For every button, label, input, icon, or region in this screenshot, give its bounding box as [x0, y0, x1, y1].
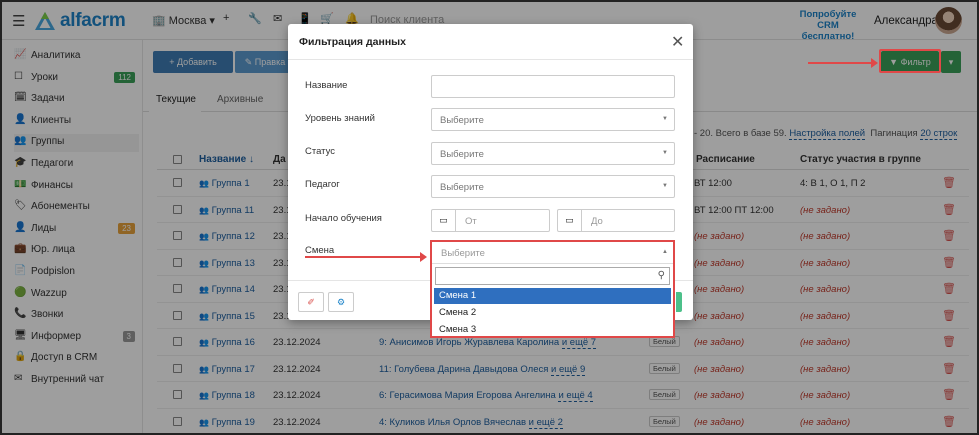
modal-title: Фильтрация данных	[299, 36, 406, 48]
calendar-icon[interactable]: ▭	[558, 210, 582, 231]
shift-select[interactable]: Выберите ▲	[432, 242, 673, 264]
status-select[interactable]: Выберите ▼	[431, 142, 675, 165]
date-to-field[interactable]: ▭ До	[557, 209, 675, 232]
apply-button[interactable]	[676, 292, 682, 312]
search-icon: ⚲	[657, 270, 665, 281]
level-placeholder: Выберите	[440, 115, 484, 126]
settings-button[interactable]: ⚙	[328, 292, 354, 312]
chevron-down-icon: ▼	[662, 116, 668, 122]
teacher-label: Педагог	[305, 179, 340, 190]
shift-search-input[interactable]: ⚲	[435, 267, 670, 285]
start-label: Начало обучения	[305, 213, 382, 224]
name-label: Название	[305, 80, 348, 91]
app-window: ☰ alfacrm 🏢 Москва ▾ + 🔧 ✉ 📱 🛒 🔔 Поиск к…	[0, 0, 979, 435]
status-placeholder: Выберите	[440, 149, 484, 160]
teacher-placeholder: Выберите	[440, 182, 484, 193]
status-label: Статус	[305, 146, 336, 157]
clear-filter-button[interactable]: ✐	[298, 292, 324, 312]
eraser-icon: ✐	[307, 297, 315, 307]
level-select[interactable]: Выберите ▼	[431, 108, 675, 131]
date-from-field[interactable]: ▭ От	[431, 209, 550, 232]
modal-header-divider	[288, 59, 693, 60]
chevron-down-icon: ▼	[662, 183, 668, 189]
teacher-select[interactable]: Выберите ▼	[431, 175, 675, 198]
close-icon[interactable]: ✕	[671, 32, 684, 52]
shift-placeholder: Выберите	[441, 248, 485, 259]
shift-option[interactable]: Смена 3	[434, 322, 671, 338]
shift-label: Смена	[305, 245, 335, 256]
gear-icon: ⚙	[336, 297, 346, 307]
shift-dropdown: Выберите ▲ ⚲ Смена 1 Смена 2 Смена 3	[430, 240, 675, 338]
chevron-down-icon: ▼	[662, 150, 668, 156]
annotation-filter-highlight	[879, 49, 941, 73]
level-label: Уровень знаний	[305, 113, 375, 124]
date-to-placeholder: До	[591, 216, 603, 227]
name-input[interactable]	[431, 75, 675, 98]
annotation-arrow-filter	[808, 58, 878, 68]
calendar-icon[interactable]: ▭	[432, 210, 456, 231]
shift-option[interactable]: Смена 2	[434, 305, 671, 321]
annotation-arrow-shift	[305, 252, 427, 262]
shift-option[interactable]: Смена 1	[434, 288, 671, 304]
date-from-placeholder: От	[465, 216, 477, 227]
chevron-up-icon: ▲	[662, 249, 668, 255]
